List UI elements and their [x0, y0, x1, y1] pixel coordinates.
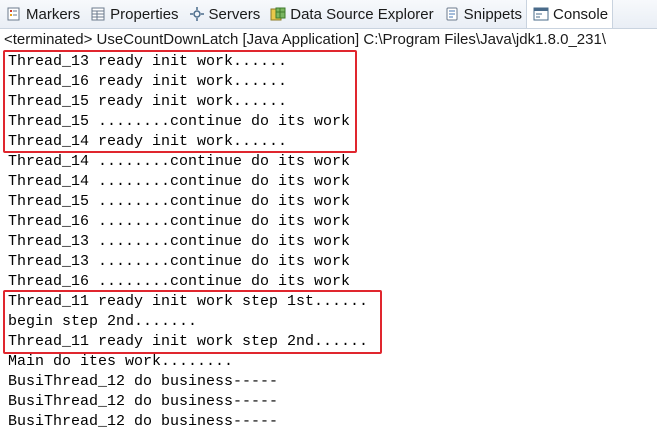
tab-console[interactable]: Console [526, 0, 614, 28]
console-line: Thread_14 ........continue do its work [8, 153, 351, 170]
markers-icon [6, 6, 22, 22]
snippets-icon [444, 6, 460, 22]
tab-properties-label: Properties [110, 5, 179, 23]
tab-servers[interactable]: Servers [183, 0, 265, 28]
console-icon [533, 6, 549, 22]
servers-icon [189, 6, 205, 22]
tab-data-source-explorer[interactable]: Data Source Explorer [264, 0, 437, 28]
properties-icon [90, 6, 106, 22]
highlight-box-init-work [3, 50, 357, 153]
tab-snippets[interactable]: Snippets [438, 0, 526, 28]
console-line: Thread_13 ........continue do its work [8, 233, 351, 250]
eclipse-console-view: Markers Properties Servers Data Source E… [0, 0, 657, 448]
console-line: Thread_16 ........continue do its work [8, 273, 351, 290]
tab-snippets-label: Snippets [463, 5, 523, 23]
tab-console-label: Console [553, 5, 609, 23]
tab-servers-label: Servers [208, 5, 261, 23]
highlight-box-step-work [3, 290, 382, 354]
console-line: Thread_15 ........continue do its work [8, 193, 351, 210]
console-line: Thread_16 ........continue do its work [8, 213, 351, 230]
data-source-explorer-icon [270, 6, 286, 22]
tab-data-source-explorer-label: Data Source Explorer [290, 5, 434, 23]
console-line: BusiThread_12 do business----- [8, 373, 279, 390]
console-line: Main do ites work........ [8, 353, 234, 370]
view-tab-bar: Markers Properties Servers Data Source E… [0, 0, 657, 29]
tab-properties[interactable]: Properties [84, 0, 182, 28]
console-line: Thread_13 ........continue do its work [8, 253, 351, 270]
console-line: BusiThread_12 do business----- [8, 393, 279, 410]
tab-markers[interactable]: Markers [0, 0, 84, 28]
tab-markers-label: Markers [26, 5, 81, 23]
console-line: BusiThread_12 do business----- [8, 413, 279, 430]
console-status-line: <terminated> UseCountDownLatch [Java App… [4, 31, 606, 48]
console-line: Thread_14 ........continue do its work [8, 173, 351, 190]
